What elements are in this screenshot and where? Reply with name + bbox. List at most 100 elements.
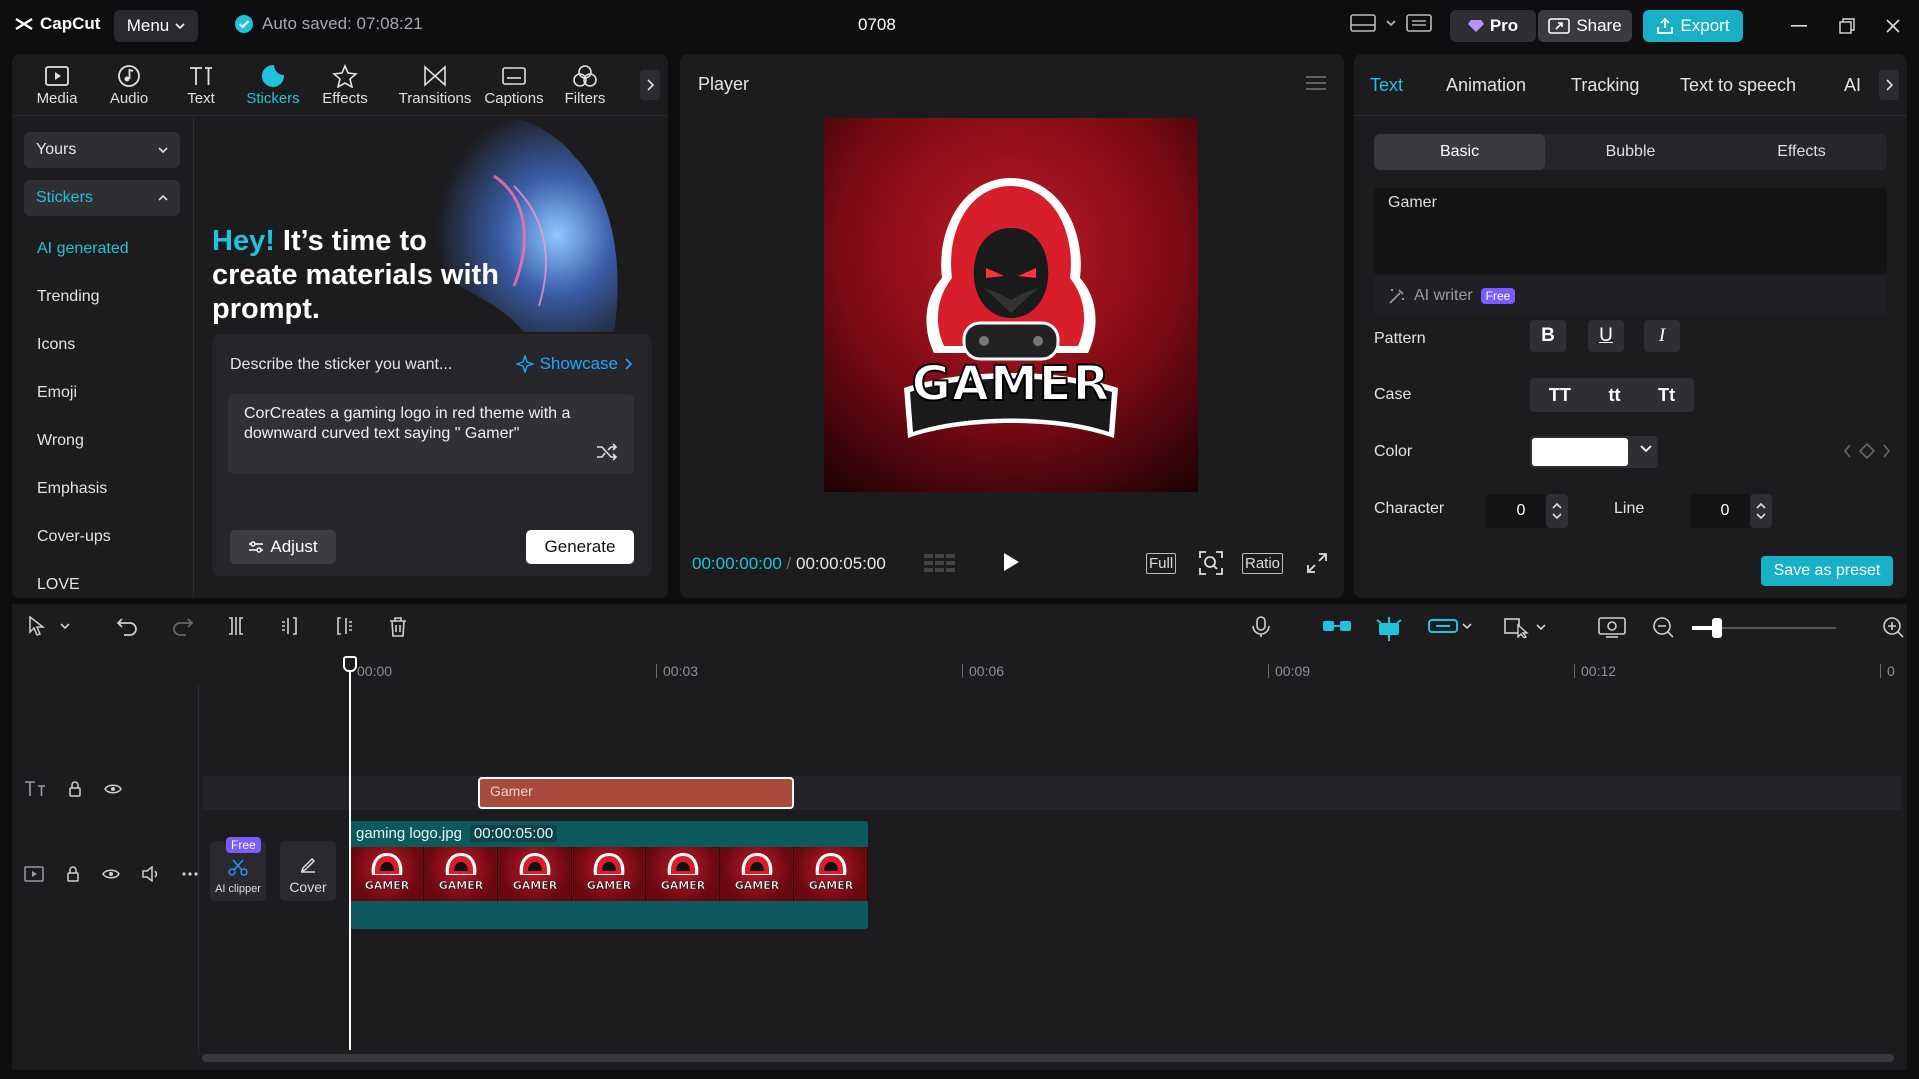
segment-basic[interactable]: Basic [1374, 134, 1545, 170]
category-icons[interactable]: Icons [37, 336, 75, 354]
preview-canvas[interactable]: GAMER [824, 118, 1198, 492]
category-emphasis[interactable]: Emphasis [37, 480, 107, 498]
frame-grid-icon[interactable] [924, 550, 956, 576]
tab-tracking[interactable]: Tracking [1571, 75, 1639, 96]
keyframe-controls[interactable] [1844, 442, 1890, 460]
lock-icon[interactable] [66, 866, 80, 882]
fullscreen-icon[interactable] [1306, 550, 1328, 576]
tabs-more-button[interactable] [1879, 70, 1899, 100]
segment-effects[interactable]: Effects [1716, 134, 1887, 170]
preview-axis-toggle[interactable] [1504, 616, 1546, 638]
export-button[interactable]: Export [1643, 10, 1743, 42]
eye-icon[interactable] [104, 783, 122, 795]
ratio-button[interactable]: Ratio [1242, 550, 1284, 576]
tool-stickers[interactable]: Stickers [238, 62, 308, 107]
layout-dropdown-icon[interactable] [1386, 20, 1396, 26]
record-button[interactable] [1252, 616, 1270, 638]
ai-clipper-button[interactable]: Free AI clipper [210, 837, 266, 901]
adjust-button[interactable]: Adjust [230, 530, 336, 564]
eye-icon[interactable] [102, 868, 120, 880]
chevron-right-icon [1886, 79, 1893, 91]
delete-right-button[interactable] [334, 616, 354, 636]
linkage-toggle[interactable] [1428, 616, 1472, 636]
shuffle-button[interactable] [596, 442, 618, 462]
timeline-scrollbar[interactable] [202, 1054, 1894, 1062]
cover-button[interactable]: Cover [280, 841, 336, 901]
yours-dropdown[interactable]: Yours [24, 132, 180, 168]
delete-left-button[interactable] [280, 616, 300, 636]
split-button[interactable] [226, 616, 246, 636]
tab-animation[interactable]: Animation [1446, 75, 1526, 96]
undo-button[interactable] [116, 616, 138, 636]
main-track-magnet-toggle[interactable] [1322, 616, 1352, 636]
underline-button[interactable]: U [1588, 320, 1624, 352]
minimize-button[interactable] [1784, 12, 1814, 40]
category-love[interactable]: LOVE [37, 576, 80, 594]
save-as-preset-button[interactable]: Save as preset [1761, 556, 1893, 586]
generate-button[interactable]: Generate [526, 530, 634, 564]
tool-media[interactable]: Media [22, 62, 92, 107]
case-title-button[interactable]: Tt [1658, 385, 1675, 406]
project-title[interactable]: 0708 [858, 15, 896, 35]
tool-effects[interactable]: Effects [310, 62, 380, 107]
thumbnail-text: GAMER [734, 879, 780, 893]
category-trending[interactable]: Trending [37, 288, 100, 306]
category-emoji[interactable]: Emoji [37, 384, 77, 402]
video-clip[interactable]: gaming logo.jpg 00:00:05:00 GAMER GAMER GA… [350, 821, 868, 929]
ruler-tick: 00:06 [962, 664, 1004, 678]
close-button[interactable] [1878, 12, 1908, 40]
more-icon[interactable] [182, 872, 198, 876]
auto-snap-toggle[interactable] [1374, 616, 1404, 642]
category-wrong[interactable]: Wrong [37, 432, 84, 450]
tab-text-to-speech[interactable]: Text to speech [1680, 75, 1796, 96]
segment-bubble[interactable]: Bubble [1545, 134, 1716, 170]
line-stepper[interactable] [1750, 494, 1772, 528]
text-track-header [12, 780, 198, 798]
player-menu-button[interactable] [1306, 76, 1326, 90]
share-button[interactable]: Share [1538, 10, 1632, 42]
tool-text[interactable]: Text [166, 62, 236, 107]
tool-transitions[interactable]: Transitions [390, 62, 480, 107]
zoom-slider-handle[interactable] [1712, 618, 1722, 638]
shortcuts-icon[interactable] [1406, 14, 1432, 32]
case-upper-button[interactable]: TT [1549, 385, 1571, 406]
tool-audio[interactable]: Audio [94, 62, 164, 107]
fit-icon[interactable] [1198, 550, 1224, 576]
category-cover-ups[interactable]: Cover-ups [37, 528, 111, 546]
redo-button[interactable] [172, 616, 194, 636]
tab-text[interactable]: Text [1370, 75, 1403, 96]
full-button[interactable]: Full [1146, 550, 1177, 576]
restore-button[interactable] [1832, 12, 1862, 40]
text-content-field[interactable]: Gamer [1374, 188, 1887, 274]
category-ai-generated[interactable]: AI generated [37, 240, 129, 258]
select-tool[interactable] [28, 616, 70, 636]
thumbnail-toggle[interactable] [1598, 616, 1626, 638]
playhead[interactable] [349, 658, 351, 1050]
zoom-out-button[interactable] [1652, 616, 1674, 638]
ai-writer-button[interactable]: AI writer Free [1374, 276, 1887, 316]
export-label: Export [1680, 16, 1730, 35]
lock-icon[interactable] [68, 781, 82, 797]
bold-button[interactable]: B [1530, 320, 1566, 352]
play-button[interactable] [1002, 552, 1020, 572]
menu-button[interactable]: Menu [114, 10, 198, 42]
layout-icon[interactable] [1350, 14, 1376, 32]
playhead-handle[interactable] [343, 656, 357, 672]
tab-ai[interactable]: AI [1844, 75, 1861, 96]
toolbar-more-button[interactable] [640, 70, 660, 100]
text-clip[interactable]: Gamer [478, 777, 794, 809]
tool-captions[interactable]: Captions [474, 62, 554, 107]
pro-button[interactable]: Pro [1450, 10, 1536, 42]
tool-filters[interactable]: Filters [550, 62, 620, 107]
case-lower-button[interactable]: tt [1608, 385, 1620, 406]
stickers-dropdown[interactable]: Stickers [24, 180, 180, 216]
volume-icon[interactable] [142, 866, 160, 882]
time-ruler[interactable]: 00:00 00:03 00:06 00:09 00:12 0 [350, 656, 1900, 684]
character-stepper[interactable] [1546, 494, 1568, 528]
color-picker[interactable] [1530, 436, 1658, 468]
zoom-in-button[interactable] [1882, 616, 1904, 638]
prompt-input[interactable]: CorCreates a gaming logo in red theme wi… [228, 394, 634, 474]
delete-button[interactable] [388, 616, 408, 638]
italic-button[interactable]: I [1644, 320, 1680, 352]
showcase-link[interactable]: Showcase [515, 354, 632, 374]
